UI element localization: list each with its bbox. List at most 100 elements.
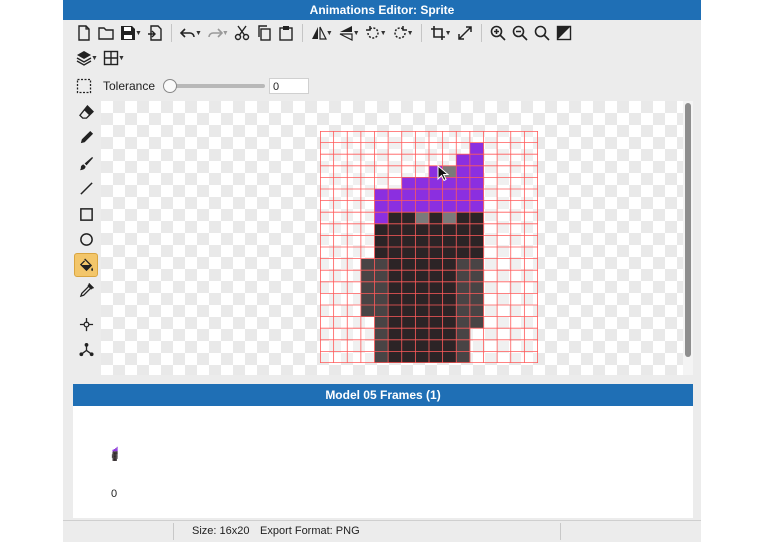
thumbnail-pixel bbox=[113, 458, 115, 460]
thumbnail-pixel bbox=[112, 451, 114, 453]
zoom-in-icon[interactable] bbox=[487, 22, 509, 44]
save-icon[interactable] bbox=[117, 22, 139, 44]
thumbnail-pixel bbox=[116, 447, 117, 449]
line-icon[interactable] bbox=[74, 177, 98, 201]
fill-bucket-icon[interactable] bbox=[74, 253, 98, 277]
sprite-pixel bbox=[374, 212, 389, 225]
thumbnail-pixel bbox=[113, 455, 114, 456]
flip-vertical-icon[interactable] bbox=[335, 22, 357, 44]
grid-icon[interactable] bbox=[100, 47, 122, 69]
export-icon[interactable] bbox=[144, 22, 166, 44]
sprite-pixel bbox=[388, 189, 403, 201]
layers-icon[interactable] bbox=[73, 47, 95, 69]
thumbnail-pixel bbox=[115, 457, 117, 459]
eraser-icon[interactable] bbox=[74, 100, 98, 124]
tolerance-slider[interactable] bbox=[163, 79, 266, 93]
thumbnail-pixel bbox=[113, 450, 114, 452]
paste-icon[interactable] bbox=[275, 22, 297, 44]
sprite-pixel bbox=[469, 305, 484, 317]
thumbnail-pixel bbox=[114, 449, 116, 451]
cut-icon[interactable] bbox=[231, 22, 253, 44]
animations-editor-window: Animations Editor: Sprite ▼ ▼ ▼ ▼ ▼ ▼ ▼ … bbox=[63, 0, 701, 542]
zoom-out-icon[interactable] bbox=[509, 22, 531, 44]
open-folder-icon[interactable] bbox=[95, 22, 117, 44]
new-file-icon[interactable] bbox=[73, 22, 95, 44]
toggle-transparency-icon[interactable] bbox=[553, 22, 575, 44]
sprite-pixel bbox=[469, 270, 484, 283]
thumbnail-pixel bbox=[115, 459, 116, 461]
sprite-pixel bbox=[374, 235, 389, 248]
thumbnail-pixel bbox=[115, 455, 117, 456]
redo-icon[interactable] bbox=[204, 22, 226, 44]
thumbnail-pixel bbox=[115, 451, 116, 453]
sprite-canvas-area[interactable] bbox=[101, 101, 683, 375]
thumbnail-pixel bbox=[116, 454, 117, 456]
pencil-icon[interactable] bbox=[74, 126, 98, 150]
canvas-scrollbar-thumb[interactable] bbox=[685, 103, 691, 357]
sprite-pixel bbox=[469, 235, 484, 248]
thumbnail-pixel bbox=[113, 459, 114, 461]
frame-thumbnail[interactable] bbox=[110, 446, 120, 461]
thumbnail-pixel bbox=[116, 458, 118, 459]
rotate-left-icon[interactable] bbox=[362, 22, 384, 44]
thumbnail-pixel bbox=[114, 458, 116, 459]
thumbnail-pixel bbox=[112, 458, 114, 460]
thumbnail-pixel bbox=[114, 457, 116, 459]
canvas-vertical-scrollbar[interactable] bbox=[683, 101, 693, 375]
sprite-pixel bbox=[388, 281, 403, 294]
thumbnail-pixel bbox=[115, 449, 116, 451]
rotate-right-icon[interactable] bbox=[389, 22, 411, 44]
thumbnail-pixel bbox=[111, 455, 113, 457]
thumbnail-pixel bbox=[116, 452, 118, 453]
zoom-fit-icon[interactable] bbox=[531, 22, 553, 44]
thumbnail-pixel bbox=[116, 452, 117, 454]
toolbar-separator bbox=[420, 24, 422, 42]
undo-icon[interactable] bbox=[177, 22, 199, 44]
brush-icon[interactable] bbox=[74, 151, 98, 175]
thumbnail-pixel bbox=[115, 455, 116, 456]
thumbnail-pixel bbox=[113, 449, 115, 450]
tolerance-slider-thumb[interactable] bbox=[163, 79, 178, 93]
thumbnail-pixel bbox=[115, 453, 117, 455]
flip-horizontal-icon[interactable] bbox=[308, 22, 330, 44]
thumbnail-pixel bbox=[113, 449, 115, 451]
sprite-pixel bbox=[388, 305, 403, 317]
sprite-pixel-canvas[interactable] bbox=[320, 131, 538, 363]
sprite-pixel bbox=[360, 305, 375, 317]
thumbnail-pixel bbox=[113, 454, 114, 456]
tolerance-value-field[interactable]: 0 bbox=[269, 78, 310, 94]
sprite-pixel bbox=[388, 258, 403, 271]
thumbnail-pixel bbox=[114, 449, 116, 450]
status-bar: Size: 16x20 Export Format: PNG bbox=[63, 520, 701, 542]
thumbnail-pixel bbox=[112, 452, 114, 454]
sprite-pixel bbox=[388, 212, 403, 225]
sprite-pixel bbox=[469, 247, 484, 259]
thumbnail-pixel bbox=[116, 460, 117, 461]
thumbnail-pixel bbox=[114, 452, 116, 454]
thumbnail-pixel bbox=[116, 449, 118, 450]
eyedropper-icon[interactable] bbox=[74, 279, 98, 303]
thumbnail-pixel bbox=[115, 450, 117, 452]
sprite-pixel bbox=[415, 339, 430, 352]
move-node-icon[interactable] bbox=[74, 312, 98, 336]
copy-icon[interactable] bbox=[253, 22, 275, 44]
thumbnail-pixel bbox=[116, 458, 117, 460]
thumbnail-pixel bbox=[116, 446, 118, 448]
sprite-pixel bbox=[374, 270, 389, 283]
thumbnail-pixel bbox=[115, 452, 116, 453]
skeleton-icon[interactable] bbox=[74, 338, 98, 362]
thumbnail-pixel bbox=[112, 455, 114, 456]
thumbnail-pixel bbox=[113, 449, 114, 451]
thumbnail-pixel bbox=[115, 451, 117, 453]
ellipse-icon[interactable] bbox=[74, 228, 98, 252]
resize-icon[interactable] bbox=[454, 22, 476, 44]
thumbnail-pixel bbox=[116, 457, 117, 459]
status-divider bbox=[560, 523, 561, 540]
sprite-pixel bbox=[415, 200, 430, 213]
selection-marquee-icon[interactable] bbox=[73, 75, 95, 97]
sprite-pixel bbox=[401, 223, 416, 236]
thumbnail-pixel bbox=[113, 455, 114, 457]
rectangle-icon[interactable] bbox=[74, 202, 98, 226]
crop-icon[interactable] bbox=[427, 22, 449, 44]
sprite-pixel bbox=[374, 328, 389, 341]
